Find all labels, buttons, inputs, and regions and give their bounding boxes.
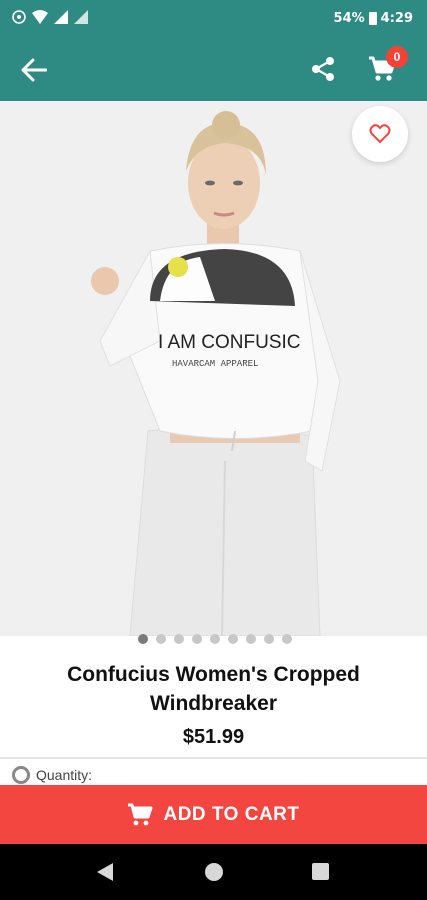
battery-percent: 54% — [333, 11, 365, 26]
system-nav-bar — [0, 844, 427, 900]
share-icon — [312, 57, 334, 81]
carousel-dot[interactable] — [138, 634, 148, 644]
quantity-label: Quantity: — [36, 767, 93, 783]
share-button[interactable] — [306, 52, 340, 86]
status-icons — [12, 10, 88, 24]
image-print-subtext: HAVARCAM APPAREL — [172, 359, 258, 369]
image-carousel-dots — [138, 634, 292, 644]
heart-icon — [369, 124, 391, 144]
favorite-button[interactable] — [352, 106, 408, 162]
quantity-row[interactable]: Quantity: — [12, 766, 92, 784]
carousel-dot[interactable] — [156, 634, 166, 644]
carousel-dot[interactable] — [210, 634, 220, 644]
add-to-cart-label: ADD TO CART — [163, 803, 300, 825]
cart-icon — [128, 803, 153, 825]
carousel-dot[interactable] — [174, 634, 184, 644]
notification-icon — [12, 10, 26, 24]
signal-icon-2 — [74, 10, 88, 24]
arrow-left-icon — [21, 58, 47, 82]
nav-back-icon[interactable] — [96, 862, 114, 882]
wifi-icon — [32, 10, 48, 24]
status-bar: 54% 4:29 — [0, 0, 427, 38]
product-image[interactable]: I AM CONFUSIC HAVARCAM APPAREL — [0, 101, 427, 636]
app-bar — [0, 38, 427, 101]
clock: 4:29 — [380, 11, 413, 26]
nav-home-icon[interactable] — [205, 863, 223, 881]
product-price: $51.99 — [182, 726, 245, 748]
image-print-text: I AM CONFUSIC — [158, 332, 301, 353]
carousel-dot[interactable] — [228, 634, 238, 644]
radio-icon — [12, 766, 30, 784]
add-to-cart-button[interactable]: ADD TO CART — [0, 785, 427, 844]
battery-icon — [368, 12, 377, 25]
back-button[interactable] — [18, 54, 50, 86]
product-photo: I AM CONFUSIC HAVARCAM APPAREL — [0, 101, 427, 636]
carousel-dot[interactable] — [192, 634, 202, 644]
nav-recents-icon[interactable] — [312, 863, 329, 880]
cart-count-badge: 0 — [386, 46, 408, 68]
product-title: Confucius Women's Cropped Windbreaker — [67, 663, 360, 715]
carousel-dot[interactable] — [264, 634, 274, 644]
divider — [0, 757, 427, 759]
carousel-dot[interactable] — [246, 634, 256, 644]
status-right: 54% 4:29 — [334, 11, 413, 26]
carousel-dot[interactable] — [282, 634, 292, 644]
signal-icon — [54, 10, 68, 24]
